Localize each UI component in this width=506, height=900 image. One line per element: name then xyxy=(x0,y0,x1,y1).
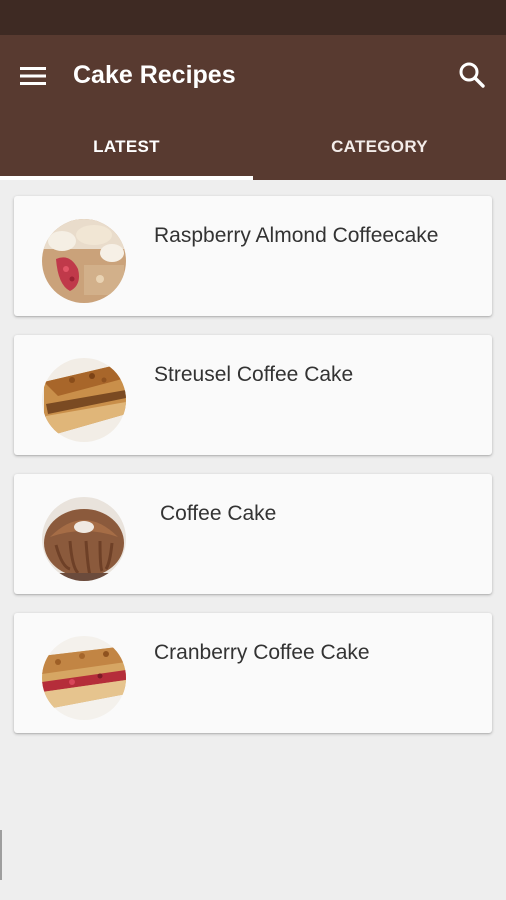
recipe-title: Raspberry Almond Coffeecake xyxy=(154,224,439,247)
status-bar xyxy=(0,0,506,35)
recipe-title: Coffee Cake xyxy=(160,502,277,525)
app-bar: Cake Recipes LATEST CATEGORY xyxy=(0,35,506,180)
tab-latest[interactable]: LATEST xyxy=(0,125,253,180)
page-title: Cake Recipes xyxy=(73,61,236,89)
tab-bar: LATEST CATEGORY xyxy=(0,125,506,180)
hamburger-menu-icon[interactable] xyxy=(18,62,50,92)
recipe-card[interactable]: Raspberry Almond Coffeecake xyxy=(14,196,492,316)
recipe-card[interactable]: Cranberry Coffee Cake xyxy=(14,613,492,733)
recipe-title: Streusel Coffee Cake xyxy=(154,363,354,386)
recipe-card[interactable]: Coffee Cake xyxy=(14,474,492,594)
recipe-title: Cranberry Coffee Cake xyxy=(154,641,370,664)
raspberry-almond-coffeecake-photo xyxy=(42,219,126,303)
streusel-coffee-cake-photo xyxy=(42,358,126,442)
edge-handle xyxy=(0,830,2,880)
tab-selected-indicator xyxy=(0,176,253,180)
recipe-card[interactable]: Streusel Coffee Cake xyxy=(14,335,492,455)
tab-category[interactable]: CATEGORY xyxy=(253,125,506,180)
cranberry-coffee-cake-photo xyxy=(42,636,126,720)
coffee-cake-photo xyxy=(42,497,126,581)
search-icon[interactable] xyxy=(454,58,490,94)
